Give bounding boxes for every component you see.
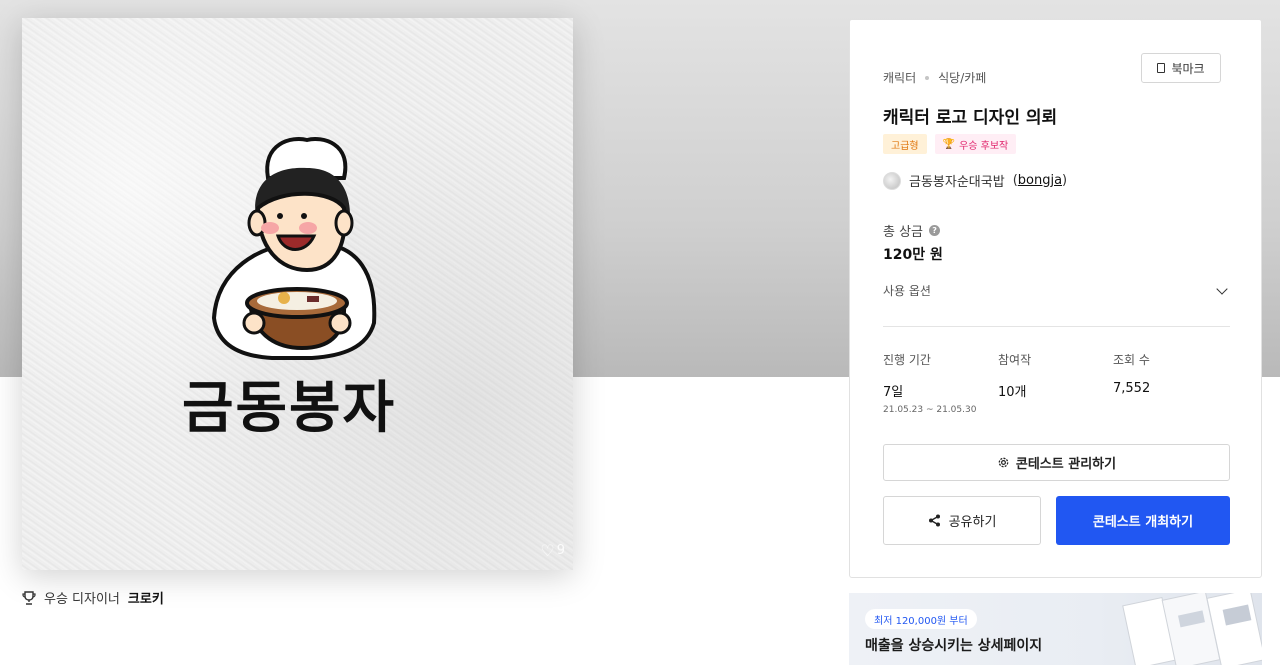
designer-prefix: 우승 디자이너 — [44, 592, 120, 607]
promo-headline: 매출을 상승시키는 상세페이지 — [865, 638, 1043, 654]
breadcrumb-subcategory[interactable]: 식당/카페 — [938, 69, 986, 86]
stat-period-value: 7일 — [883, 385, 904, 400]
promo-mockup-image — [1122, 593, 1262, 665]
client-handle-link[interactable]: bongja — [1018, 173, 1062, 188]
stat-views-value: 7,552 — [1113, 381, 1151, 396]
badge-list: 고급형 🏆 우승 후보작 — [883, 134, 1017, 154]
stat-entries-value: 10개 — [998, 385, 1027, 400]
contest-title: 캐릭터 로고 디자인 의뢰 — [883, 108, 1058, 128]
stat-period: 진행 기간 7일 21.05.23 ~ 21.05.30 — [883, 351, 998, 415]
breadcrumb-separator — [925, 75, 930, 80]
client-avatar — [883, 171, 901, 190]
premium-badge: 고급형 — [883, 134, 927, 154]
stat-period-label: 진행 기간 — [883, 353, 931, 367]
like-count: 9 — [556, 543, 565, 558]
promo-banner[interactable]: 최저 120,000원 부터 매출을 상승시키는 상세페이지 — [849, 593, 1262, 665]
premium-badge-label: 고급형 — [891, 140, 919, 152]
prize-value: 120만 원 — [883, 247, 943, 263]
prize-label-text: 총 상금 — [883, 225, 924, 240]
trophy-icon — [22, 590, 36, 605]
breadcrumb-category[interactable]: 캐릭터 — [883, 69, 916, 86]
host-contest-button[interactable]: 콘테스트 개최하기 — [1056, 496, 1230, 545]
winning-designer: 우승 디자이너 크로키 — [22, 588, 164, 607]
client-name: 금동봉자순대국밥 — [909, 175, 1005, 190]
winner-candidate-badge: 🏆 우승 후보작 — [934, 134, 1017, 154]
bookmark-label: 북마크 — [1171, 61, 1205, 76]
host-contest-label: 콘테스트 개최하기 — [1092, 515, 1194, 530]
like-counter[interactable]: ♡ 9 — [540, 541, 565, 560]
divider — [883, 326, 1230, 327]
bookmark-icon — [1157, 63, 1166, 73]
use-option-toggle[interactable]: 사용 옵션 — [883, 282, 1230, 299]
manage-contest-label: 콘테스트 관리하기 — [1015, 457, 1117, 472]
prize-label: 총 상금 ? — [883, 221, 941, 240]
help-icon[interactable]: ? — [929, 225, 941, 236]
stat-period-range: 21.05.23 ~ 21.05.30 — [883, 405, 977, 415]
chevron-down-icon — [1216, 282, 1228, 295]
trophy-icon: 🏆 — [942, 138, 956, 150]
client-info: 금동봉자순대국밥 (bongja) — [883, 171, 1067, 190]
stat-entries: 참여작 10개 — [998, 351, 1113, 415]
stat-views-label: 조회 수 — [1113, 353, 1150, 367]
contest-artwork[interactable]: 금동봉자 ♡ 9 — [22, 18, 573, 570]
designer-name[interactable]: 크로키 — [128, 588, 164, 607]
contest-stats: 진행 기간 7일 21.05.23 ~ 21.05.30 참여작 10개 조회 … — [883, 351, 1230, 415]
use-option-label: 사용 옵션 — [883, 284, 931, 298]
share-icon — [928, 514, 940, 527]
bongja-character-logo — [211, 137, 377, 360]
stat-entries-label: 참여작 — [998, 353, 1032, 367]
share-button[interactable]: 공유하기 — [883, 496, 1041, 545]
gear-icon — [998, 457, 1009, 468]
bookmark-button[interactable]: 북마크 — [1141, 53, 1221, 83]
manage-contest-button[interactable]: 콘테스트 관리하기 — [883, 444, 1230, 481]
winner-badge-label: 우승 후보작 — [959, 140, 1009, 152]
share-label: 공유하기 — [948, 515, 997, 530]
stat-views: 조회 수 7,552 — [1113, 351, 1228, 415]
breadcrumb: 캐릭터 식당/카페 — [883, 69, 986, 86]
promo-price-pill: 최저 120,000원 부터 — [865, 609, 977, 629]
logo-text: 금동봉자 — [182, 375, 397, 441]
contest-info-card: 캐릭터 식당/카페 북마크 캐릭터 로고 디자인 의뢰 고급형 🏆 우승 후보작… — [849, 19, 1262, 578]
heart-icon: ♡ — [540, 541, 555, 560]
